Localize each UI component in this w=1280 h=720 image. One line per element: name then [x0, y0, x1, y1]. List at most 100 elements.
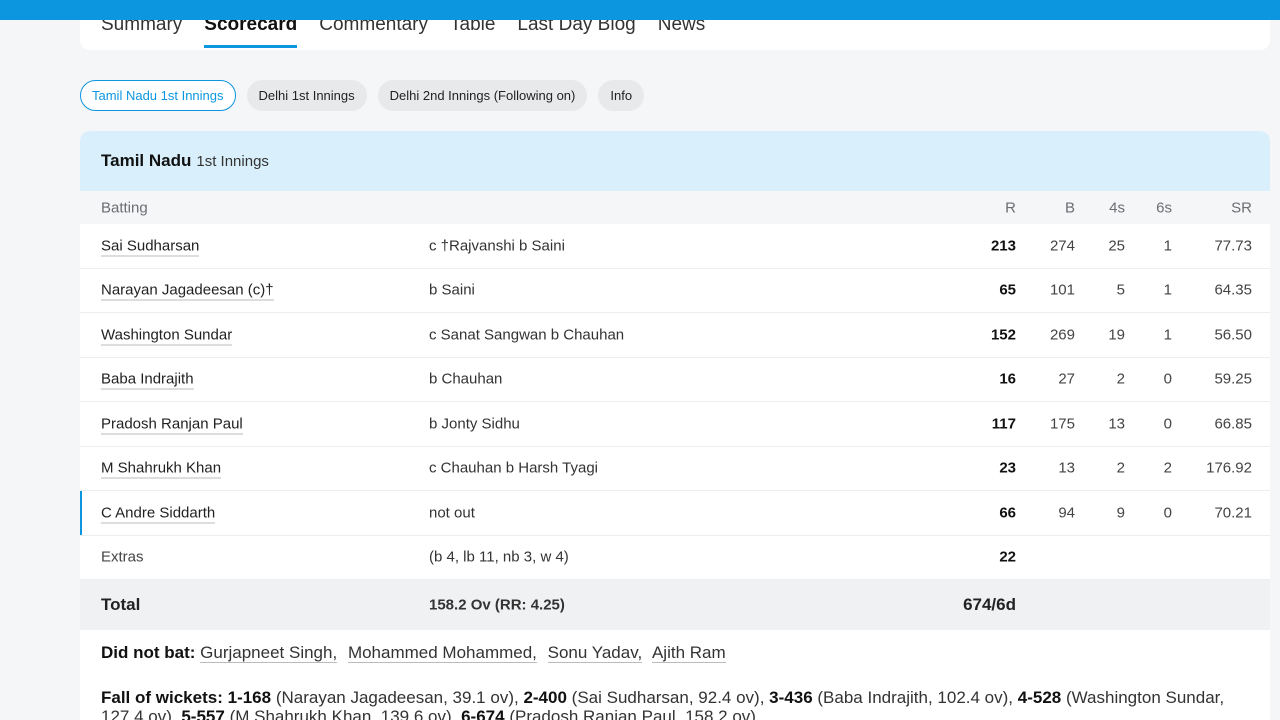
balls: 13 — [1058, 459, 1075, 477]
fall-of-wickets: Fall of wickets: 1-168 (Narayan Jagadees… — [101, 688, 1251, 720]
runs: 65 — [999, 281, 1016, 299]
batter-name[interactable]: C Andre Siddarth — [101, 504, 216, 524]
batter-name[interactable]: Narayan Jagadeesan (c)† — [101, 281, 274, 301]
sixes: 2 — [1163, 459, 1172, 477]
fow-detail: (Sai Sudharsan, 92.4 ov), — [571, 688, 765, 707]
did-not-bat-player[interactable]: Sonu Yadav, — [547, 643, 643, 663]
header-sixes: 6s — [1156, 199, 1172, 216]
header-balls: B — [1064, 199, 1075, 216]
fours: 19 — [1108, 326, 1125, 344]
strike-rate: 66.85 — [1214, 415, 1252, 433]
header-strike-rate: SR — [1231, 199, 1252, 216]
total-row: Total 158.2 Ov (RR: 4.25) 674/6d — [80, 580, 1270, 630]
total-label: Total — [101, 595, 141, 614]
scorecard-panel: Tamil Nadu 1st Innings Batting R B 4s 6s… — [80, 131, 1270, 720]
runs: 117 — [991, 415, 1016, 433]
innings-label: 1st Innings — [196, 152, 269, 170]
fow-detail: (M Shahrukh Khan, 139.6 ov), — [229, 707, 457, 720]
dismissal: c Chauhan b Harsh Tyagi — [429, 459, 598, 477]
header-fours: 4s — [1109, 199, 1125, 216]
dismissal: c Sanat Sangwan b Chauhan — [429, 326, 625, 344]
fours: 5 — [1116, 281, 1125, 299]
strike-rate: 176.92 — [1206, 459, 1252, 477]
did-not-bat-player[interactable]: Gurjapneet Singh, — [200, 643, 338, 663]
balls: 269 — [1049, 326, 1075, 344]
extras-label: Extras — [101, 548, 144, 566]
dismissal: not out — [429, 504, 475, 522]
strike-rate: 77.73 — [1214, 237, 1252, 255]
runs: 66 — [999, 504, 1016, 522]
sixes: 1 — [1163, 281, 1172, 299]
sixes: 1 — [1163, 326, 1172, 344]
runs: 213 — [990, 237, 1016, 255]
runs: 16 — [999, 370, 1016, 388]
total-score: 674/6d — [963, 595, 1016, 614]
fours: 25 — [1108, 237, 1125, 255]
balls: 27 — [1058, 370, 1075, 388]
fow-score: 2-400 — [523, 688, 567, 707]
sixes: 0 — [1163, 504, 1172, 522]
pill-delhi-2nd-innings[interactable]: Delhi 2nd Innings (Following on) — [377, 80, 588, 111]
extras-row: Extras (b 4, lb 11, nb 3, w 4) 22 — [80, 536, 1270, 580]
batter-row: M Shahrukh Khan c Chauhan b Harsh Tyagi … — [80, 447, 1270, 491]
fow-detail: (Baba Indrajith, 102.4 ov), — [817, 688, 1014, 707]
fours: 9 — [1116, 504, 1125, 522]
sixes: 0 — [1163, 415, 1172, 433]
header-runs: R — [1005, 199, 1016, 216]
fours: 2 — [1116, 459, 1125, 477]
batter-name[interactable]: Washington Sundar — [101, 326, 233, 346]
innings-selector: Tamil Nadu 1st Innings Delhi 1st Innings… — [80, 80, 645, 111]
fow-detail: (Pradosh Ranjan Paul, 158.2 ov) — [509, 707, 756, 720]
fow-score: 3-436 — [769, 688, 813, 707]
strike-rate: 59.25 — [1214, 370, 1252, 388]
fow-score: 1-168 — [227, 688, 272, 707]
pill-delhi-1st-innings[interactable]: Delhi 1st Innings — [246, 80, 367, 111]
sixes: 0 — [1163, 370, 1172, 388]
pill-info[interactable]: Info — [598, 80, 645, 111]
strike-rate: 70.21 — [1214, 504, 1252, 522]
runs: 152 — [990, 326, 1016, 344]
balls: 175 — [1049, 415, 1075, 433]
batter-name[interactable]: Pradosh Ranjan Paul — [101, 415, 243, 435]
extras-detail: (b 4, lb 11, nb 3, w 4) — [429, 548, 569, 566]
batter-row: C Andre Siddarth not out 66 94 9 0 70.21 — [80, 491, 1270, 536]
total-overs: 158.2 Ov (RR: 4.25) — [429, 596, 565, 614]
batter-row: Narayan Jagadeesan (c)† b Saini 65 101 5… — [80, 269, 1270, 313]
dismissal: c †Rajvanshi b Saini — [429, 237, 565, 255]
did-not-bat-label: Did not bat: — [101, 643, 196, 662]
pill-tamil-nadu-1st-innings[interactable]: Tamil Nadu 1st Innings — [80, 80, 236, 111]
strike-rate: 56.50 — [1214, 326, 1252, 344]
fow-score: 5-557 — [181, 707, 225, 720]
fours: 2 — [1116, 370, 1125, 388]
batting-header-row: Batting R B 4s 6s SR — [80, 191, 1270, 224]
extras-value: 22 — [999, 548, 1016, 566]
sixes: 1 — [1163, 237, 1172, 255]
top-accent-bar — [0, 0, 1280, 20]
balls: 274 — [1049, 237, 1075, 255]
did-not-bat-player[interactable]: Mohammed Mohammed, — [347, 643, 537, 663]
batter-row: Washington Sundar c Sanat Sangwan b Chau… — [80, 313, 1270, 358]
header-batting: Batting — [101, 199, 148, 216]
strike-rate: 64.35 — [1214, 281, 1252, 299]
team-name: Tamil Nadu — [101, 151, 192, 170]
fours: 13 — [1108, 415, 1125, 433]
did-not-bat-player[interactable]: Ajith Ram — [651, 643, 726, 663]
balls: 94 — [1058, 504, 1075, 522]
did-not-bat: Did not bat: Gurjapneet Singh, Mohammed … — [101, 643, 732, 663]
batter-row: Pradosh Ranjan Paul b Jonty Sidhu 117 17… — [80, 402, 1270, 447]
runs: 23 — [999, 459, 1016, 477]
dismissal: b Jonty Sidhu — [429, 415, 520, 433]
balls: 101 — [1049, 281, 1075, 299]
dismissal: b Saini — [429, 281, 475, 299]
batter-row: Sai Sudharsan c †Rajvanshi b Saini 213 2… — [80, 224, 1270, 269]
fow-score: 4-528 — [1017, 688, 1062, 707]
batter-row: Baba Indrajith b Chauhan 16 27 2 0 59.25 — [80, 358, 1270, 402]
dismissal: b Chauhan — [429, 370, 503, 388]
fall-of-wickets-label: Fall of wickets: — [101, 688, 223, 707]
fow-detail: (Narayan Jagadeesan, 39.1 ov), — [275, 688, 519, 707]
batter-name[interactable]: M Shahrukh Khan — [101, 459, 222, 479]
innings-header: Tamil Nadu 1st Innings — [80, 131, 1270, 191]
batter-name[interactable]: Baba Indrajith — [101, 370, 194, 390]
not-out-indicator — [80, 491, 82, 535]
batter-name[interactable]: Sai Sudharsan — [101, 237, 200, 257]
